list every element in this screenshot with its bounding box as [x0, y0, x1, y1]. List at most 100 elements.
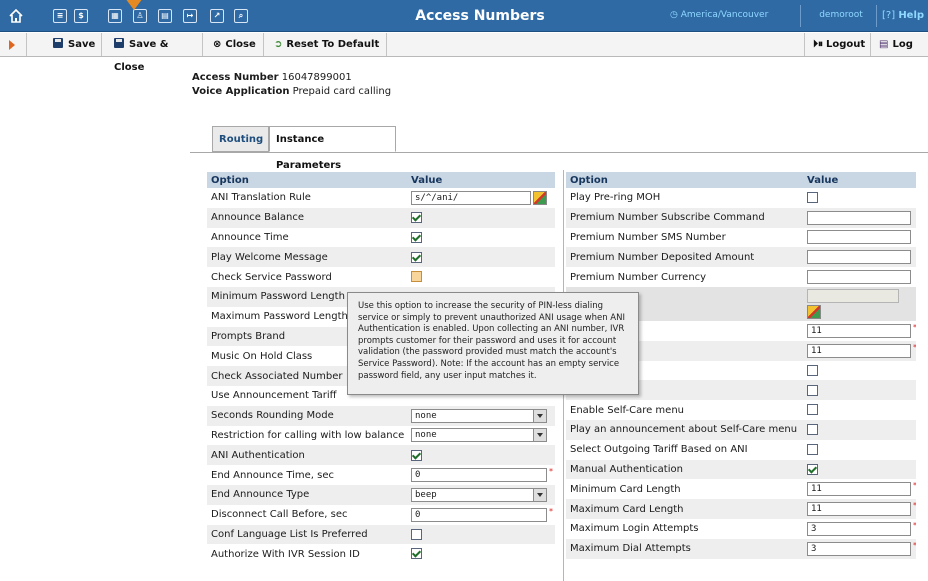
- edit-pencil-icon[interactable]: [807, 304, 821, 319]
- chevron-down-icon: [533, 409, 546, 422]
- required-marker: *: [549, 506, 553, 516]
- table-row: Premium Number Subscribe Command: [566, 207, 916, 228]
- required-marker: *: [913, 541, 916, 550]
- layout-icon[interactable]: ▤: [158, 9, 172, 23]
- option-value: 11*: [803, 479, 916, 499]
- help-link[interactable]: [?] Help: [882, 10, 924, 21]
- maximum-login-attempts-input[interactable]: 3: [807, 521, 911, 536]
- authorize-with-ivr-session-id-checkbox[interactable]: [411, 548, 422, 560]
- on-checkbox[interactable]: [807, 364, 818, 376]
- table-row: Check Service Password: [207, 267, 555, 287]
- tab-instance-parameters[interactable]: Instance Parameters: [269, 126, 396, 171]
- thorization-checkbox[interactable]: [807, 384, 818, 396]
- select-value: beep: [415, 489, 437, 500]
- premium-number-sms-number-input[interactable]: [807, 230, 911, 245]
- option-value: s/^/ani/: [407, 188, 555, 208]
- ani-translation-rule-input[interactable]: s/^/ani/: [411, 190, 531, 205]
- timezone-label[interactable]: ◷ America/Vancouver: [670, 10, 768, 20]
- table-row: Select Outgoing Tariff Based on ANI: [566, 440, 916, 460]
- end-announce-time-sec-input[interactable]: 0: [411, 468, 547, 483]
- ani-authentication-checkbox[interactable]: [411, 449, 422, 461]
- play-welcome-message-checkbox[interactable]: [411, 251, 422, 263]
- option-label: End Announce Type: [207, 484, 407, 505]
- option-label: Check Service Password: [211, 271, 332, 283]
- option-label: Enable Self-Care menu: [570, 404, 685, 416]
- conf-language-list-is-preferred-checkbox[interactable]: [411, 528, 422, 540]
- option-label: Seconds Rounding Mode: [207, 405, 407, 426]
- readonly-field: [807, 288, 899, 303]
- cher-length-input[interactable]: 11: [807, 323, 911, 338]
- list-icon[interactable]: ≡: [53, 9, 67, 23]
- reset-default-button[interactable]: ➲ Reset To Default: [264, 33, 387, 56]
- table-row: Announce Balance: [207, 207, 555, 228]
- dollar-icon[interactable]: $: [74, 9, 88, 23]
- table-row: Minimum Card Length 11*: [566, 479, 916, 499]
- manual-authentication-checkbox[interactable]: [807, 463, 818, 475]
- option-label: Select Outgoing Tariff Based on ANI: [570, 444, 748, 456]
- option-value: none: [407, 426, 555, 446]
- tab-routing[interactable]: Routing: [212, 126, 269, 152]
- option-value: [803, 380, 916, 401]
- seconds-rounding-mode-select[interactable]: none: [411, 408, 547, 423]
- grid-icon[interactable]: ▦: [108, 9, 122, 23]
- minimum-card-length-input[interactable]: 11: [807, 482, 911, 497]
- enable-self-care-menu-checkbox[interactable]: [807, 404, 818, 416]
- check-service-password-checkbox[interactable]: [411, 271, 422, 283]
- option-value: [407, 247, 555, 268]
- end-announce-type-select[interactable]: beep: [411, 487, 547, 502]
- option-value: 11*: [803, 340, 916, 361]
- premium-number-currency-input[interactable]: [807, 270, 911, 285]
- close-button[interactable]: ⊗ Close: [203, 33, 264, 56]
- save-button[interactable]: Save: [26, 33, 102, 56]
- premium-number-deposited-amount-input[interactable]: [807, 250, 911, 265]
- table-row: Play an announcement about Self-Care men…: [566, 419, 916, 440]
- person-icon[interactable]: ♙: [133, 9, 147, 23]
- cher-length-input[interactable]: 11: [807, 343, 911, 358]
- announce-time-checkbox[interactable]: [411, 231, 422, 243]
- required-marker: *: [913, 481, 916, 490]
- option-label: Premium Number Currency: [570, 271, 707, 283]
- required-marker: *: [913, 521, 916, 530]
- play-an-announcement-about-self-care-menu-checkbox[interactable]: [807, 424, 818, 436]
- maximum-dial-attempts-input[interactable]: 3: [807, 541, 911, 556]
- menu-pointer-icon: [125, 0, 143, 10]
- option-value: [407, 524, 555, 545]
- table-row: Manual Authentication: [566, 459, 916, 480]
- option-value: 3*: [803, 519, 916, 539]
- option-value: beep: [407, 484, 555, 505]
- option-value: [803, 459, 916, 480]
- option-label: End Announce Time, sec: [211, 469, 335, 481]
- chart-icon[interactable]: ↗: [210, 9, 224, 23]
- search-icon[interactable]: ⌕: [234, 9, 248, 23]
- close-icon: ⊗: [213, 39, 222, 50]
- table-row: Premium Number SMS Number: [566, 228, 916, 248]
- table-row: Seconds Rounding Mode none: [207, 405, 555, 426]
- edit-pencil-icon[interactable]: [533, 190, 547, 205]
- export-icon[interactable]: ↦: [183, 9, 197, 23]
- table-row: ANI Translation Rule s/^/ani/: [207, 188, 555, 208]
- logout-button[interactable]: ⏵⏸ Logout: [805, 33, 871, 56]
- restriction-for-calling-with-low-balance-select[interactable]: none: [411, 428, 547, 443]
- option-label: Maximum Login Attempts: [570, 523, 699, 535]
- announce-balance-checkbox[interactable]: [411, 211, 422, 223]
- premium-number-subscribe-command-input[interactable]: [807, 210, 911, 225]
- maximum-card-length-input[interactable]: 11: [807, 502, 911, 517]
- option-label: Maximum Card Length: [566, 499, 803, 519]
- table-row: End Announce Time, sec 0 *: [207, 465, 555, 485]
- option-column-header: Option: [207, 172, 407, 188]
- option-value: [803, 286, 916, 321]
- save-close-button[interactable]: Save & Close: [102, 33, 203, 73]
- table-row: Premium Number Deposited Amount: [566, 247, 916, 268]
- table-row: Play Welcome Message: [207, 247, 555, 268]
- access-number-info: Access Number 16047899001: [192, 72, 352, 83]
- option-value: [803, 267, 916, 287]
- home-icon[interactable]: [8, 8, 24, 24]
- log-button[interactable]: ▤ Log: [871, 33, 928, 56]
- required-marker: *: [913, 323, 916, 332]
- disconnect-call-before-sec-input[interactable]: 0: [411, 507, 547, 522]
- select-outgoing-tariff-based-on-ani-checkbox[interactable]: [807, 443, 818, 455]
- option-label: Disconnect Call Before, sec: [211, 509, 348, 521]
- voice-application-info: Voice Application Prepaid card calling: [192, 86, 392, 97]
- current-user[interactable]: demoroot: [812, 10, 870, 20]
- play-pre-ring-moh-checkbox[interactable]: [807, 192, 818, 204]
